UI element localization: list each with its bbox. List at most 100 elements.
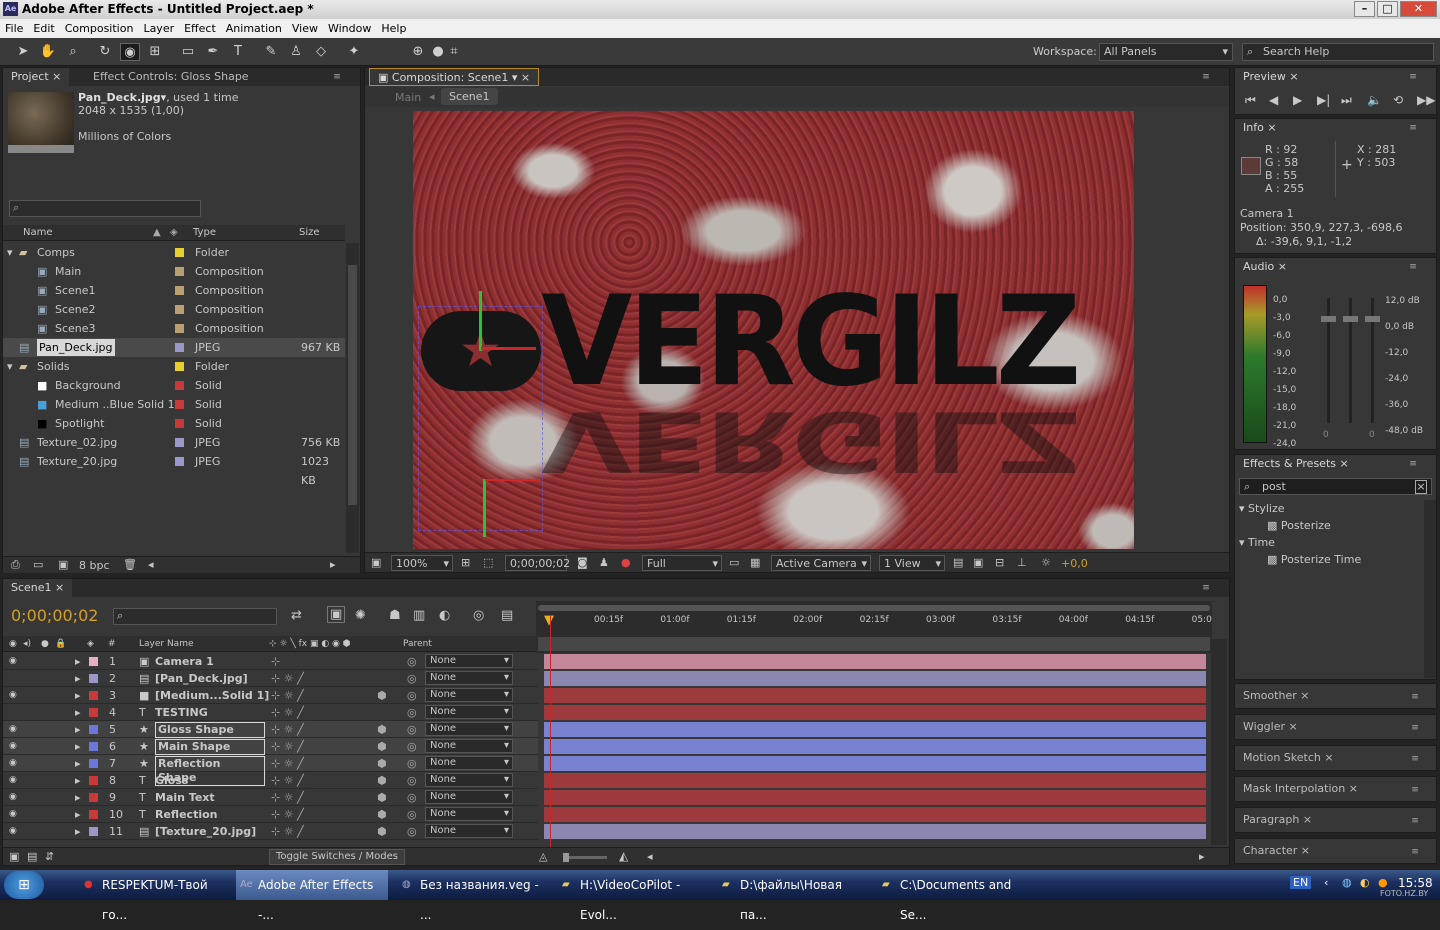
maximize-button[interactable]: □ <box>1377 1 1398 17</box>
audio-toggle-icon[interactable]: 🔈 <box>1367 93 1382 107</box>
transfer-controls-icon[interactable]: ▤ <box>27 850 37 863</box>
panel-menu-icon[interactable]: ≡ <box>1408 816 1422 826</box>
panel-menu-icon[interactable]: ≡ <box>1408 847 1422 857</box>
scroll-right-icon[interactable]: ▸ <box>330 558 336 571</box>
panel-menu-icon[interactable]: ≡ <box>1408 754 1422 764</box>
project-item[interactable]: ▣ Main Composition <box>3 262 345 281</box>
comp-mini-flowchart-icon[interactable]: ⇄ <box>291 608 302 623</box>
panel-menu-icon[interactable]: ≡ <box>1406 72 1420 82</box>
scroll-left-icon[interactable]: ◂ <box>647 850 653 863</box>
column-size[interactable]: Size <box>299 225 320 241</box>
region-icon[interactable]: ⬚ <box>483 556 493 569</box>
panel-menu-icon[interactable]: ≡ <box>1406 459 1420 469</box>
taskbar-item[interactable]: ▰ H:\VideoCoPilot - Evol... <box>558 870 710 922</box>
axis-mode-icon[interactable]: ⊕ <box>408 43 428 61</box>
snapshot-icon[interactable]: ◙ <box>577 556 588 569</box>
tray-arrow-icon[interactable]: ‹ <box>1324 876 1328 889</box>
roi-icon[interactable]: ▭ <box>729 556 739 569</box>
audio-slider-center[interactable] <box>1343 298 1358 423</box>
layer-duration-bar[interactable] <box>544 824 1206 839</box>
menu-effect[interactable]: Effect <box>179 19 221 38</box>
language-indicator[interactable]: EN <box>1290 876 1312 889</box>
panel-menu-icon[interactable]: ≡ <box>1408 692 1422 702</box>
menu-composition[interactable]: Composition <box>60 19 139 38</box>
current-time-field[interactable]: 0;00;00;02 <box>505 555 570 571</box>
time-ruler[interactable]: 00:15f 01:00f 01:15f 02:00f 02:15f 03:00f 03:1… <box>536 601 1212 653</box>
clock[interactable]: 15:58 <box>1398 876 1433 890</box>
search-help-input[interactable]: ⌕ Search Help <box>1242 43 1434 61</box>
effect-posterize[interactable]: ▩ Posterize <box>1235 517 1423 534</box>
label-color-swatch[interactable] <box>175 438 184 447</box>
layer-duration-bar[interactable] <box>544 705 1206 720</box>
project-item[interactable]: ▤ Texture_02.jpg JPEG 756 KB <box>3 433 345 452</box>
camera-view-dropdown[interactable]: Active Camera ▾ <box>771 555 871 571</box>
panel-menu-icon[interactable]: ≡ <box>1199 72 1213 82</box>
tab-scene1[interactable]: Scene1 × <box>3 579 73 597</box>
grid-icon[interactable]: ⊞ <box>461 556 470 569</box>
menu-view[interactable]: View <box>287 19 323 38</box>
wiggler-panel[interactable]: Wiggler × ≡ <box>1234 714 1437 740</box>
column-layer-name[interactable]: Layer Name <box>139 636 194 652</box>
loop-icon[interactable]: ⟲ <box>1393 93 1403 107</box>
project-item[interactable]: ▾ ▰ Solids Folder <box>3 357 345 376</box>
scrollbar-thumb[interactable] <box>348 265 357 505</box>
effects-group-stylize[interactable]: ▾ Stylize <box>1235 500 1423 517</box>
project-scrollbar[interactable] <box>346 243 359 553</box>
show-snapshot-icon[interactable]: ♟ <box>599 556 609 569</box>
always-preview-icon[interactable]: ▣ <box>371 556 381 569</box>
y-axis-gizmo-lower[interactable] <box>483 479 486 537</box>
rectangle-tool-icon[interactable]: ▭ <box>178 43 198 61</box>
orbit-camera-tool-icon[interactable]: ◉ <box>120 43 140 61</box>
eraser-tool-icon[interactable]: ◇ <box>311 43 331 61</box>
column-name[interactable]: Name <box>23 225 53 241</box>
play-icon[interactable]: ▶ <box>1293 93 1302 107</box>
workspace-dropdown[interactable]: All Panels ▾ <box>1099 43 1233 61</box>
character-panel[interactable]: Character × ≡ <box>1234 838 1437 864</box>
reset-exposure-icon[interactable]: ☼ <box>1041 556 1051 569</box>
interpret-footage-icon[interactable]: ⎙ <box>11 558 20 572</box>
column-parent[interactable]: Parent <box>403 636 432 652</box>
tab-composition[interactable]: ▣ Composition: Scene1 ▾ × <box>369 68 540 86</box>
panel-menu-icon[interactable]: ≡ <box>1199 583 1213 593</box>
mask-interpolation-panel[interactable]: Mask Interpolation × ≡ <box>1234 776 1437 802</box>
smoother-panel[interactable]: Smoother × ≡ <box>1234 683 1437 709</box>
hand-tool-icon[interactable]: ✋ <box>38 43 58 61</box>
project-item[interactable]: ▣ Scene3 Composition <box>3 319 345 338</box>
paragraph-panel[interactable]: Paragraph × ≡ <box>1234 807 1437 833</box>
color-channels-icon[interactable]: ● <box>621 556 631 569</box>
scroll-right-icon[interactable]: ▸ <box>1199 850 1205 863</box>
panel-menu-icon[interactable]: ≡ <box>1406 262 1420 272</box>
taskbar-item[interactable]: Ae Adobe After Effects -... <box>236 870 388 922</box>
menu-edit[interactable]: Edit <box>28 19 59 38</box>
menu-layer[interactable]: Layer <box>138 19 179 38</box>
taskbar-item[interactable]: ◍ Без названия.veg - ... <box>398 870 550 922</box>
panel-menu-icon[interactable]: ≡ <box>1408 785 1422 795</box>
timeline-search-input[interactable]: ⌕ <box>113 608 277 625</box>
layer-duration-bar[interactable] <box>544 654 1206 669</box>
puppet-pin-tool-icon[interactable]: ✦ <box>344 43 364 61</box>
work-area-bar[interactable] <box>538 605 1210 611</box>
menu-file[interactable]: File <box>0 19 28 38</box>
live-update-icon[interactable]: ▣ <box>327 606 346 623</box>
zoom-dropdown[interactable]: 100% ▾ <box>391 555 453 571</box>
minimize-button[interactable]: – <box>1354 1 1375 17</box>
menu-help[interactable]: Help <box>376 19 411 38</box>
effects-scrollbar[interactable] <box>1424 500 1436 678</box>
layer-switches-icon[interactable]: ▣ <box>9 850 19 863</box>
new-composition-icon[interactable]: ▣ <box>58 558 68 571</box>
time-navigator[interactable] <box>538 637 1210 651</box>
y-axis-gizmo[interactable] <box>479 291 482 351</box>
expand-arrow-icon[interactable]: ▾ <box>7 357 13 376</box>
network-icon[interactable]: ◍ <box>1342 876 1352 889</box>
previous-frame-icon[interactable]: ◀ <box>1269 93 1278 107</box>
next-frame-icon[interactable]: ▶| <box>1317 93 1330 107</box>
timeline-current-time[interactable]: 0;00;00;02 <box>11 606 98 625</box>
toggle-switches-modes-button[interactable]: Toggle Switches / Modes <box>269 849 405 865</box>
timeline-icon[interactable]: ⊟ <box>995 556 1004 569</box>
zoom-in-icon[interactable]: ◭ <box>619 849 628 863</box>
volume-icon[interactable]: ◐ <box>1360 876 1370 889</box>
bit-depth-label[interactable]: 8 bpc <box>79 559 110 572</box>
zoom-out-icon[interactable]: ◬ <box>539 850 547 863</box>
pan-behind-tool-icon[interactable]: ⊞ <box>145 43 165 61</box>
label-color-swatch[interactable] <box>175 286 184 295</box>
